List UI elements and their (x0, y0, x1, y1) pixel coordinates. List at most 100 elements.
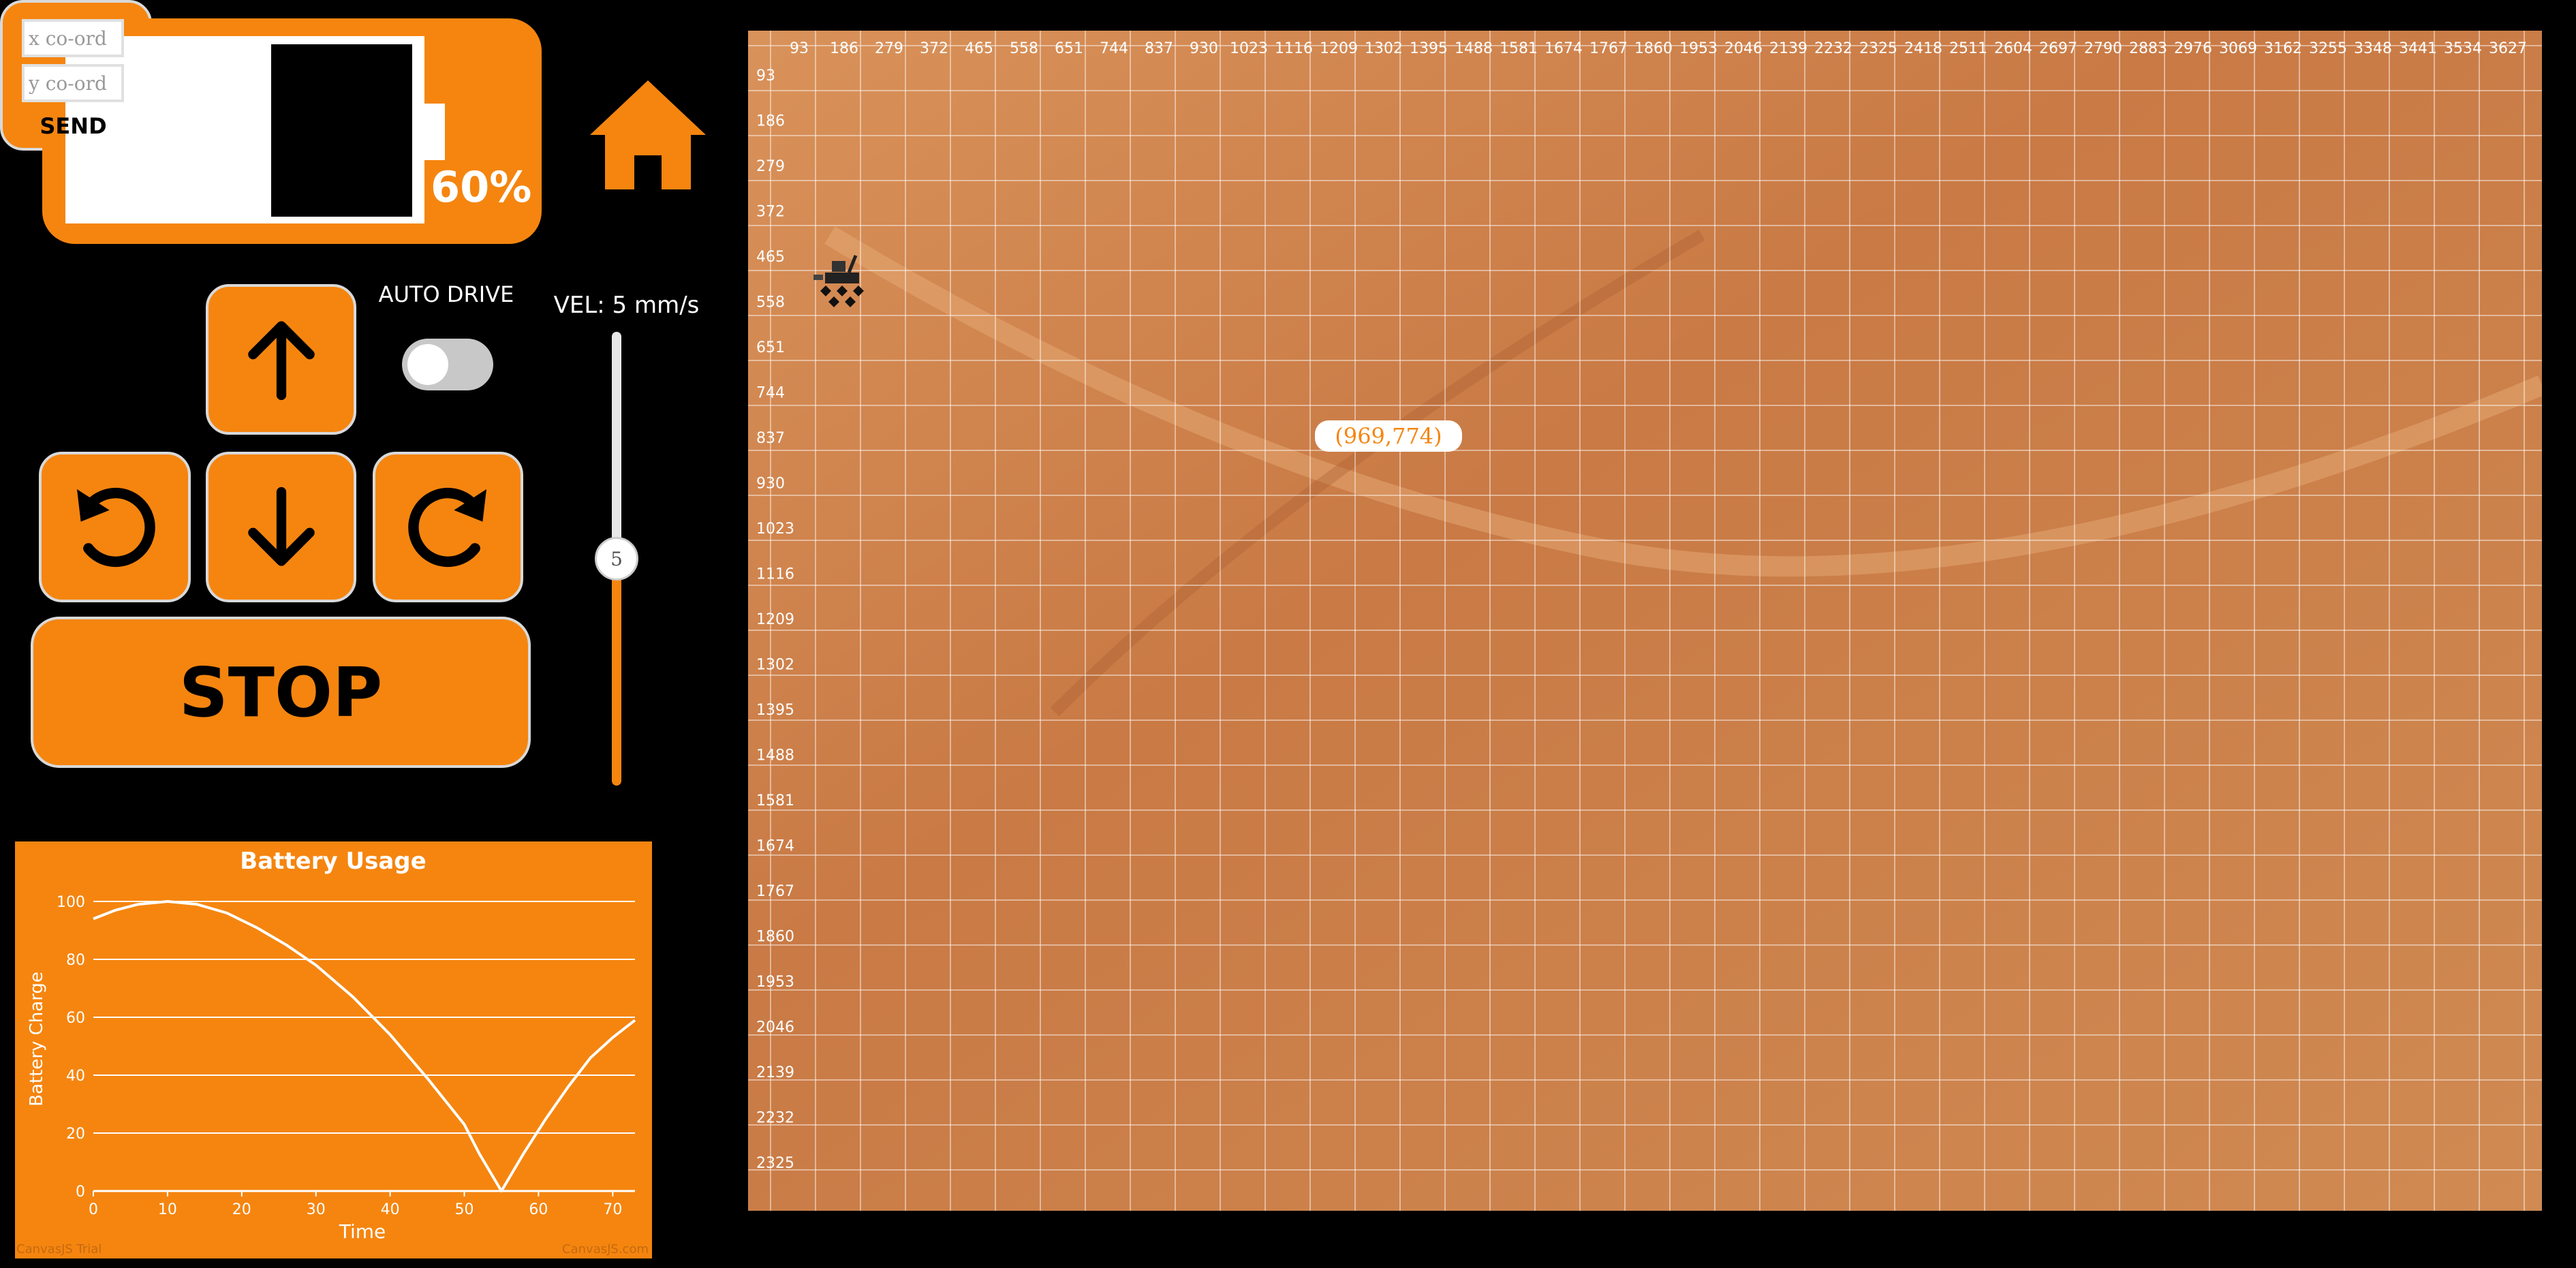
chart-y-tick: 40 (66, 1068, 85, 1085)
battery-percent: 60% (431, 162, 532, 212)
y-tick-label: 1953 (756, 974, 794, 991)
x-tick-label: 1674 (1545, 40, 1583, 57)
y-tick-label: 1767 (756, 883, 794, 900)
x-tick-label: 372 (920, 40, 948, 57)
x-coord-input[interactable] (22, 19, 124, 57)
chart-x-tick: 0 (89, 1201, 98, 1218)
y-tick-label: 1674 (756, 838, 794, 855)
x-tick-label: 2418 (1904, 40, 1942, 57)
y-tick-label: 558 (756, 294, 785, 311)
velocity-label: VEL: 5 mm/s (553, 292, 700, 319)
x-tick-label: 744 (1100, 40, 1128, 57)
x-tick-label: 2325 (1859, 40, 1897, 57)
chart-x-label: Time (339, 1220, 386, 1243)
x-tick-label: 2232 (1814, 40, 1852, 57)
x-tick-label: 930 (1190, 40, 1218, 57)
x-tick-label: 2790 (2084, 40, 2122, 57)
battery-level-indicator (271, 44, 412, 217)
forward-button[interactable] (206, 284, 356, 435)
x-tick-label: 3441 (2399, 40, 2437, 57)
y-tick-label: 837 (756, 430, 785, 447)
x-tick-label: 2046 (1724, 40, 1763, 57)
battery-tip (424, 104, 445, 160)
x-tick-label: 1023 (1230, 40, 1268, 57)
x-tick-label: 1395 (1410, 40, 1448, 57)
x-tick-label: 1953 (1679, 40, 1718, 57)
y-tick-label: 1209 (756, 611, 794, 628)
x-tick-label: 2604 (1994, 40, 2032, 57)
map-terrain (748, 31, 2542, 1211)
chart-y-tick: 80 (66, 952, 85, 969)
chart-watermark-right: CanvasJS.com (562, 1242, 649, 1256)
y-tick-label: 1395 (756, 702, 794, 719)
y-coord-input[interactable] (22, 64, 124, 102)
x-tick-label: 1209 (1320, 40, 1358, 57)
y-tick-label: 93 (756, 67, 775, 84)
rotate-left-button[interactable] (39, 452, 191, 602)
chart-title: Battery Usage (240, 848, 426, 875)
y-tick-label: 1581 (756, 792, 794, 809)
chart-x-tick: 50 (455, 1201, 474, 1218)
y-tick-label: 1302 (756, 657, 794, 674)
y-tick-label: 1860 (756, 929, 794, 946)
x-tick-label: 465 (965, 40, 993, 57)
y-tick-label: 2325 (756, 1155, 794, 1172)
send-button[interactable]: SEND (0, 113, 146, 139)
rotate-right-button[interactable] (373, 452, 523, 602)
x-tick-label: 2139 (1769, 40, 1807, 57)
rotate-right-icon (407, 487, 486, 567)
auto-drive-label: AUTO DRIVE (378, 281, 514, 307)
velocity-slider-thumb[interactable]: 5 (595, 537, 638, 581)
map-view[interactable]: 93 186 279 372 465 558 651 744 837 930 1023 1116 120… (748, 31, 2542, 1211)
y-tick-label: 2046 (756, 1019, 794, 1036)
auto-drive-toggle-knob[interactable] (407, 344, 448, 385)
chart-x-tick: 70 (603, 1201, 622, 1218)
chart-x-tick: 20 (232, 1201, 251, 1218)
chart-x-tick: 10 (158, 1201, 177, 1218)
x-tick-label: 3069 (2219, 40, 2257, 57)
x-tick-label: 2511 (1949, 40, 1987, 57)
velocity-slider-track[interactable] (612, 332, 621, 559)
velocity-slider-fill[interactable] (612, 559, 621, 786)
chart-x-tick: 60 (529, 1201, 548, 1218)
chart-watermark-left: CanvasJS Trial (16, 1242, 102, 1256)
x-tick-label: 651 (1055, 40, 1083, 57)
y-tick-label: 465 (756, 249, 785, 266)
map-grid[interactable]: 93 186 279 372 465 558 651 744 837 930 1023 1116 120… (748, 31, 2542, 1211)
y-tick-label: 930 (756, 476, 785, 493)
x-tick-label: 2697 (2039, 40, 2077, 57)
x-tick-label: 2883 (2129, 40, 2167, 57)
chart-x-tick: 40 (381, 1201, 400, 1218)
x-tick-label: 3534 (2444, 40, 2482, 57)
x-tick-label: 1860 (1634, 40, 1673, 57)
home-icon[interactable] (590, 80, 706, 189)
x-tick-label: 1116 (1275, 40, 1313, 57)
x-tick-label: 1581 (1500, 40, 1538, 57)
x-tick-label: 186 (830, 40, 858, 57)
x-tick-label: 1302 (1365, 40, 1403, 57)
y-tick-label: 2232 (756, 1110, 794, 1127)
x-tick-label: 2976 (2174, 40, 2212, 57)
stop-button[interactable]: STOP (31, 617, 531, 768)
y-tick-label: 651 (756, 339, 785, 356)
y-tick-label: 186 (756, 113, 785, 130)
y-tick-label: 279 (756, 158, 785, 175)
x-tick-label: 1488 (1455, 40, 1493, 57)
y-tick-label: 2139 (756, 1064, 794, 1081)
y-tick-label: 1488 (756, 747, 794, 764)
x-tick-label: 3348 (2354, 40, 2392, 57)
x-tick-label: 1767 (1589, 40, 1628, 57)
arrow-up-icon (247, 320, 315, 400)
y-tick-label: 1023 (756, 521, 794, 538)
y-tick-label: 372 (756, 204, 785, 221)
chart-y-tick: 20 (66, 1126, 85, 1143)
coordinate-tooltip: (969,774) (1315, 420, 1462, 452)
backward-button[interactable] (206, 452, 356, 602)
x-tick-label: 3627 (2489, 40, 2527, 57)
y-tick-label: 744 (756, 385, 785, 402)
y-tick-label: 1116 (756, 566, 794, 583)
rover-icon (813, 255, 864, 307)
chart-x-tick: 30 (307, 1201, 326, 1218)
rotate-left-icon (76, 487, 155, 567)
x-tick-label: 558 (1010, 40, 1038, 57)
